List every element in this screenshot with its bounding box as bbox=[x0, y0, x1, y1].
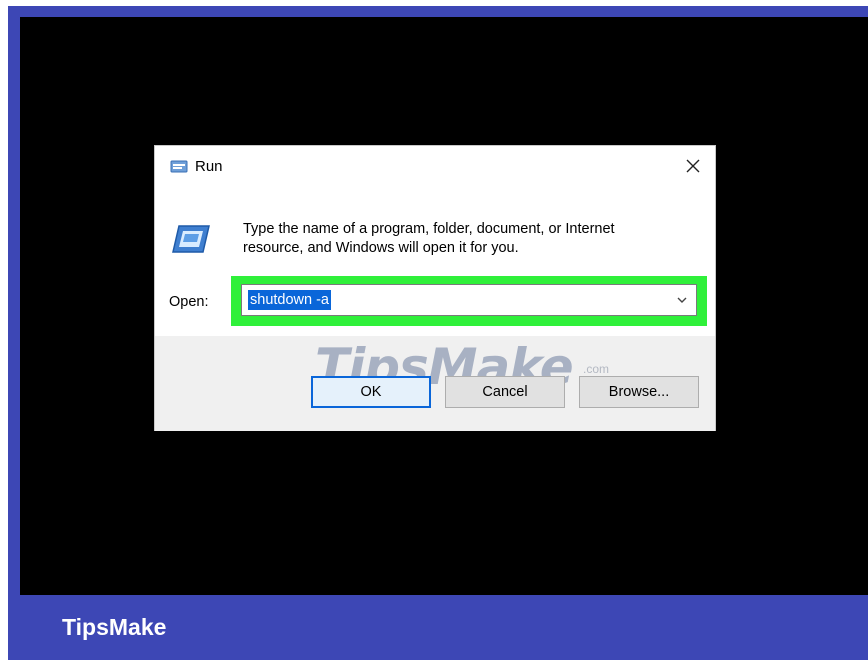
dialog-footer: TipsMake .com OK Cancel Browse... bbox=[155, 336, 715, 431]
cancel-button[interactable]: Cancel bbox=[445, 376, 565, 408]
open-combobox[interactable]: shutdown -a bbox=[241, 284, 697, 316]
dialog-description: Type the name of a program, folder, docu… bbox=[243, 220, 703, 258]
dialog-title: Run bbox=[195, 158, 223, 175]
close-icon bbox=[686, 159, 700, 178]
watermark-suffix: .com bbox=[583, 362, 610, 376]
program-window-icon bbox=[171, 224, 211, 259]
run-icon bbox=[169, 160, 189, 179]
brand-name: TipsMake bbox=[62, 614, 167, 640]
browse-button[interactable]: Browse... bbox=[579, 376, 699, 408]
ok-button[interactable]: OK bbox=[311, 376, 431, 408]
desktop-screen: Run Type the name of a program, folder, … bbox=[20, 17, 868, 595]
description-line-2: resource, and Windows will open it for y… bbox=[243, 240, 519, 256]
open-label: Open: bbox=[169, 294, 209, 310]
chevron-down-icon[interactable] bbox=[676, 293, 688, 311]
description-line-1: Type the name of a program, folder, docu… bbox=[243, 221, 615, 237]
dialog-titlebar: Run bbox=[155, 146, 715, 190]
frame-border: Run Type the name of a program, folder, … bbox=[8, 6, 868, 660]
open-input-value[interactable]: shutdown -a bbox=[248, 290, 331, 310]
run-dialog: Run Type the name of a program, folder, … bbox=[154, 145, 716, 431]
close-button[interactable] bbox=[679, 154, 707, 182]
